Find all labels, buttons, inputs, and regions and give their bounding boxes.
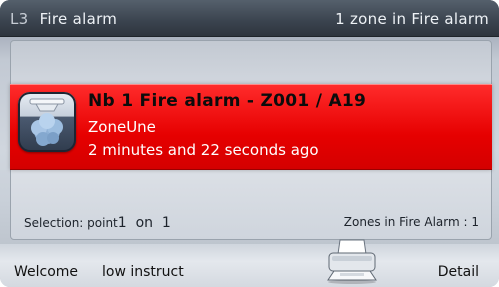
alarm-zone-name: ZoneUne <box>88 118 156 136</box>
alarm-screen: L3 Fire alarm 1 zone in Fire alarm Nb 1 … <box>0 0 499 287</box>
zones-in-alarm-count: Zones in Fire Alarm : 1 <box>343 215 479 229</box>
detail-button[interactable]: Detail <box>438 264 479 280</box>
selection-status: Selection: point1 on 1 <box>24 215 171 231</box>
smoke-detector-icon <box>18 92 76 152</box>
welcome-button[interactable]: Welcome <box>14 264 78 280</box>
printer-icon[interactable] <box>324 236 382 284</box>
zone-status-text: 1 zone in Fire alarm <box>335 10 489 28</box>
alarm-elapsed-time: 2 minutes and 22 seconds ago <box>88 141 319 159</box>
level-code: L3 <box>10 10 29 28</box>
header-bar: L3 Fire alarm 1 zone in Fire alarm <box>0 0 499 37</box>
header-title: L3 Fire alarm <box>10 10 117 28</box>
alarm-title: Nb 1 Fire alarm - Z001 / A19 <box>88 91 367 111</box>
page-title: Fire alarm <box>39 10 118 28</box>
selection-value: 1 on 1 <box>117 215 171 231</box>
alarm-list-item[interactable]: Nb 1 Fire alarm - Z001 / A19 ZoneUne 2 m… <box>10 84 492 170</box>
instruction-button[interactable]: low instruct <box>102 264 184 280</box>
selection-label: Selection: point <box>24 216 118 230</box>
